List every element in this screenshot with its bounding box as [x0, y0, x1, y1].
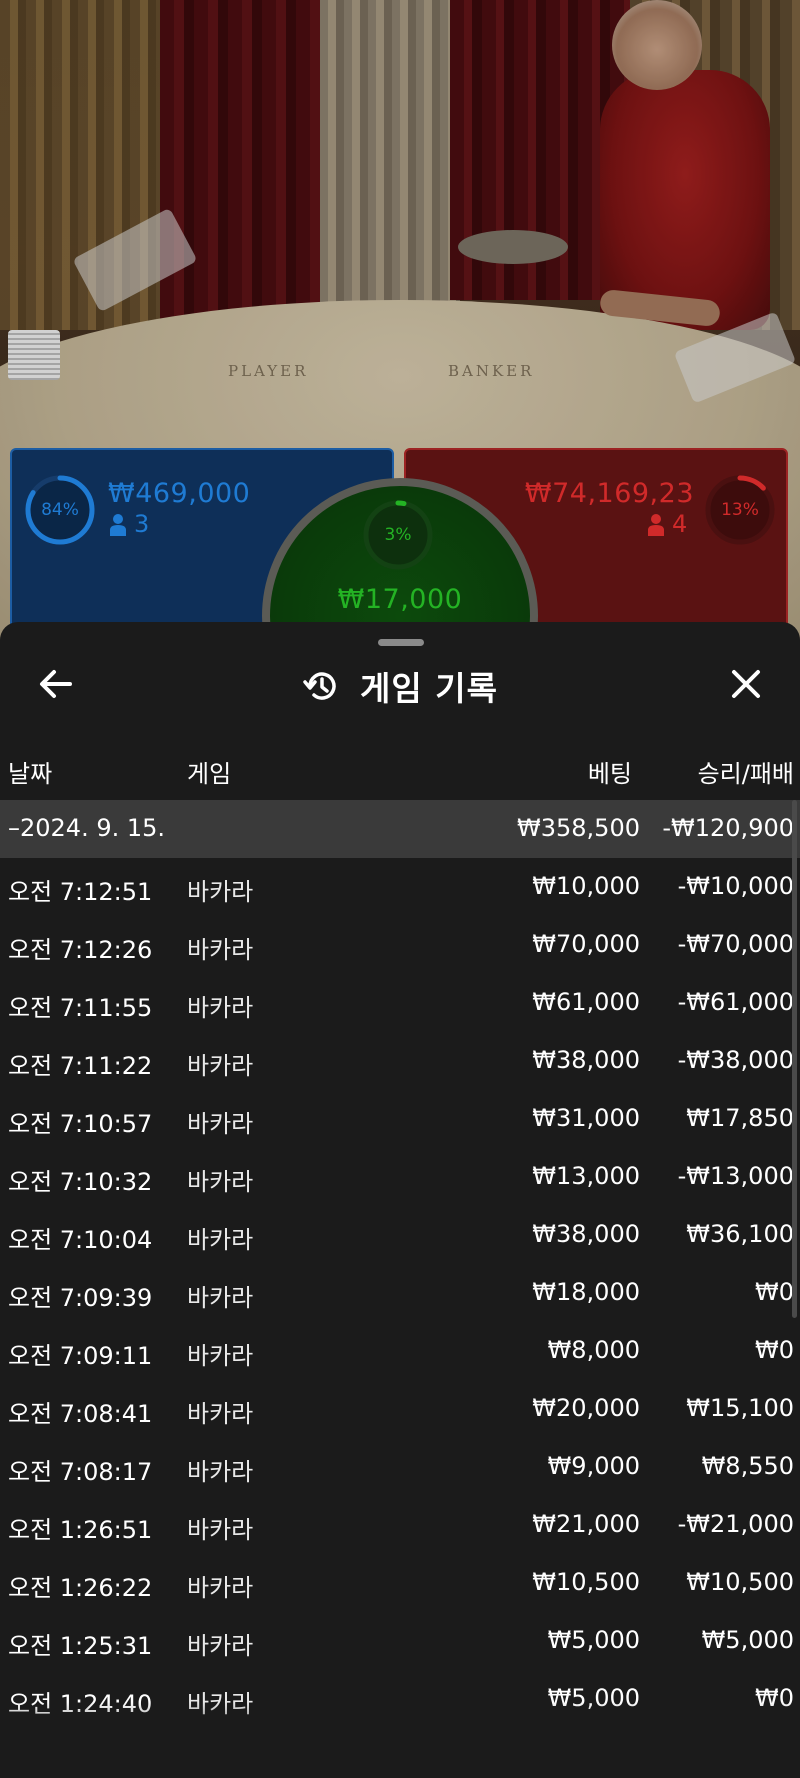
- table-row[interactable]: 오전 7:10:57 바카라 ₩31,000 ₩17,850: [0, 1090, 800, 1148]
- person-icon: [110, 514, 126, 536]
- table-row[interactable]: 오전 7:11:55 바카라 ₩61,000 -₩61,000: [0, 974, 800, 1032]
- banker-percent: 13%: [721, 500, 759, 520]
- row-win-loss: ₩0: [755, 1278, 794, 1306]
- person-icon: [648, 514, 664, 536]
- player-percent: 84%: [41, 500, 79, 520]
- date-group-win-loss-total: -₩120,900: [662, 814, 794, 842]
- row-bet: ₩38,000: [532, 1046, 640, 1074]
- table-row[interactable]: 오전 7:09:11 바카라 ₩8,000 ₩0: [0, 1322, 800, 1380]
- row-win-loss: ₩5,000: [701, 1626, 794, 1654]
- row-time: 오전 1:25:31: [8, 1632, 153, 1660]
- date-group-row[interactable]: –2024. 9. 15. ₩358,500 -₩120,900: [0, 800, 800, 858]
- tie-percent: 3%: [384, 525, 412, 545]
- row-bet: ₩8,000: [547, 1336, 640, 1364]
- row-time: 오전 7:08:41: [8, 1400, 153, 1428]
- row-win-loss: -₩10,000: [677, 872, 794, 900]
- close-icon[interactable]: [724, 662, 768, 706]
- row-bet: ₩13,000: [532, 1162, 640, 1190]
- column-header-game: 게임: [187, 760, 232, 788]
- row-game: 바카라: [187, 1342, 254, 1370]
- banker-bettor-count: 4: [648, 510, 687, 538]
- page-title: 게임 기록: [360, 669, 498, 708]
- table-row[interactable]: 오전 1:25:31 바카라 ₩5,000 ₩5,000: [0, 1612, 800, 1670]
- sheet-header: 게임 기록: [0, 662, 800, 708]
- row-game: 바카라: [187, 1052, 254, 1080]
- player-bet-amount: ₩469,000: [108, 478, 251, 509]
- row-time: 오전 7:11:55: [8, 994, 153, 1022]
- player-count-value: 3: [134, 510, 150, 538]
- row-bet: ₩18,000: [532, 1278, 640, 1306]
- table-row[interactable]: 오전 7:11:22 바카라 ₩38,000 -₩38,000: [0, 1032, 800, 1090]
- banker-count-value: 4: [672, 510, 688, 538]
- table-row[interactable]: 오전 1:26:22 바카라 ₩10,500 ₩10,500: [0, 1554, 800, 1612]
- row-game: 바카라: [187, 1516, 254, 1544]
- row-win-loss: ₩15,100: [686, 1394, 794, 1422]
- table-row[interactable]: 오전 7:12:51 바카라 ₩10,000 -₩10,000: [0, 858, 800, 916]
- table-row[interactable]: 오전 7:10:32 바카라 ₩13,000 -₩13,000: [0, 1148, 800, 1206]
- row-bet: ₩9,000: [547, 1452, 640, 1480]
- row-time: 오전 1:26:51: [8, 1516, 153, 1544]
- row-bet: ₩20,000: [532, 1394, 640, 1422]
- row-time: 오전 1:26:22: [8, 1574, 153, 1602]
- row-bet: ₩5,000: [547, 1626, 640, 1654]
- row-time: 오전 7:10:57: [8, 1110, 153, 1138]
- column-header-bet: 베팅: [587, 760, 632, 788]
- row-game: 바카라: [187, 1226, 254, 1254]
- date-group-label: –2024. 9. 15.: [8, 814, 166, 842]
- table-row[interactable]: 오전 7:12:26 바카라 ₩70,000 -₩70,000: [0, 916, 800, 974]
- row-time: 오전 7:08:17: [8, 1458, 153, 1486]
- sheet-drag-handle[interactable]: [378, 639, 424, 646]
- history-icon: [303, 672, 336, 700]
- table-row[interactable]: 오전 1:26:51 바카라 ₩21,000 -₩21,000: [0, 1496, 800, 1554]
- row-game: 바카라: [187, 1458, 254, 1486]
- list-fade: [0, 1702, 800, 1778]
- row-game: 바카라: [187, 1284, 254, 1312]
- row-win-loss: -₩70,000: [677, 930, 794, 958]
- row-time: 오전 7:11:22: [8, 1052, 153, 1080]
- row-bet: ₩38,000: [532, 1220, 640, 1248]
- row-game: 바카라: [187, 1400, 254, 1428]
- row-game: 바카라: [187, 1110, 254, 1138]
- row-time: 오전 7:10:32: [8, 1168, 153, 1196]
- date-group-bet-total: ₩358,500: [517, 814, 640, 842]
- table-row[interactable]: 오전 7:08:41 바카라 ₩20,000 ₩15,100: [0, 1380, 800, 1438]
- scrollbar[interactable]: [792, 800, 797, 1318]
- table-row[interactable]: 오전 7:10:04 바카라 ₩38,000 ₩36,100: [0, 1206, 800, 1264]
- row-win-loss: ₩10,500: [686, 1568, 794, 1596]
- row-time: 오전 7:12:51: [8, 878, 153, 906]
- row-bet: ₩10,000: [532, 872, 640, 900]
- row-bet: ₩10,500: [532, 1568, 640, 1596]
- row-time: 오전 7:09:11: [8, 1342, 153, 1370]
- row-game: 바카라: [187, 994, 254, 1022]
- row-bet: ₩61,000: [532, 988, 640, 1016]
- row-bet: ₩70,000: [532, 930, 640, 958]
- row-win-loss: -₩13,000: [677, 1162, 794, 1190]
- column-header-win-loss: 승리/패배: [697, 760, 794, 788]
- tie-bet-amount: ₩17,000: [337, 584, 463, 615]
- row-game: 바카라: [187, 936, 254, 964]
- row-game: 바카라: [187, 878, 254, 906]
- column-header-date: 날짜: [8, 760, 53, 788]
- row-win-loss: ₩0: [755, 1336, 794, 1364]
- row-time: 오전 7:10:04: [8, 1226, 153, 1254]
- row-win-loss: -₩38,000: [677, 1046, 794, 1074]
- row-win-loss: -₩61,000: [677, 988, 794, 1016]
- row-win-loss: ₩8,550: [701, 1452, 794, 1480]
- table-row[interactable]: 오전 7:09:39 바카라 ₩18,000 ₩0: [0, 1264, 800, 1322]
- row-win-loss: ₩36,100: [686, 1220, 794, 1248]
- row-bet: ₩21,000: [532, 1510, 640, 1538]
- game-history-sheet: 게임 기록 날짜 게임 베팅 승리/패배 –2024. 9. 15. ₩358,…: [0, 622, 800, 1778]
- row-game: 바카라: [187, 1168, 254, 1196]
- table-row[interactable]: 오전 7:08:17 바카라 ₩9,000 ₩8,550: [0, 1438, 800, 1496]
- row-time: 오전 7:12:26: [8, 936, 153, 964]
- banker-bet-amount: ₩74,169,23: [524, 478, 694, 509]
- row-win-loss: ₩17,850: [686, 1104, 794, 1132]
- row-game: 바카라: [187, 1574, 254, 1602]
- row-game: 바카라: [187, 1632, 254, 1660]
- player-bettor-count: 3: [110, 510, 149, 538]
- row-time: 오전 7:09:39: [8, 1284, 153, 1312]
- row-win-loss: -₩21,000: [677, 1510, 794, 1538]
- row-bet: ₩31,000: [532, 1104, 640, 1132]
